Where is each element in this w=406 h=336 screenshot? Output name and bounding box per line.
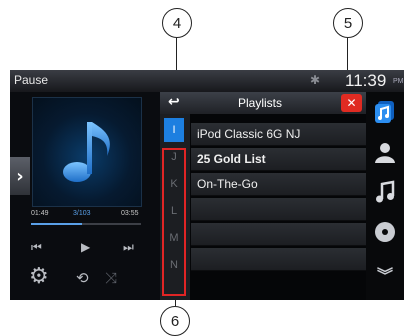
playlist-row[interactable]: [191, 223, 366, 246]
callout-6: 6: [160, 306, 190, 336]
head-unit-screen: Pause ✱ 11:39 PM › 01:49 3/103 03:55 ⏮ ▶…: [10, 70, 404, 300]
alpha-index: I J K L M N: [160, 114, 190, 300]
track-counter: 3/103: [73, 210, 91, 217]
now-playing-panel: › 01:49 3/103 03:55 ⏮ ▶ ⏭ ⚙ ⟲ ⤨: [10, 92, 160, 300]
alpha-letter-i[interactable]: I: [164, 118, 184, 142]
source-rail: ︾: [366, 92, 404, 300]
progress-bar[interactable]: [31, 223, 141, 225]
playback-state: Pause: [14, 73, 49, 87]
settings-gear-icon[interactable]: ⚙: [29, 264, 49, 289]
playlist-row[interactable]: iPod Classic 6G NJ: [191, 123, 366, 146]
shuffle-icon[interactable]: ⤨: [105, 269, 117, 287]
status-bar: Pause ✱ 11:39 PM: [10, 70, 404, 92]
playlist-row[interactable]: [191, 198, 366, 221]
music-note-icon: [63, 122, 110, 182]
playlist-panel: ↩ Playlists ✕ I J K L M N iPod Classic 6…: [160, 92, 366, 300]
play-button[interactable]: ▶: [81, 240, 90, 254]
album-art: [32, 97, 142, 207]
music-app-icon[interactable]: [371, 98, 399, 126]
repeat-icon[interactable]: ⟲: [76, 269, 89, 287]
clock-ampm: PM: [393, 78, 404, 85]
playlist-row[interactable]: [191, 248, 366, 271]
disc-icon[interactable]: [371, 218, 399, 246]
expand-panel-button[interactable]: ›: [10, 157, 30, 195]
more-icon[interactable]: ︾: [371, 260, 399, 288]
playlist-title: Playlists: [237, 96, 282, 110]
next-button[interactable]: ⏭: [123, 240, 134, 255]
bluetooth-icon: ✱: [310, 73, 321, 87]
previous-button[interactable]: ⏮: [31, 240, 42, 255]
clock: 11:39: [345, 71, 387, 90]
callout-5: 5: [333, 8, 363, 38]
playlist-row[interactable]: On-The-Go: [191, 173, 366, 196]
callout-4: 4: [162, 8, 192, 38]
playlist-row[interactable]: 25 Gold List: [191, 148, 366, 171]
total-time: 03:55: [121, 210, 139, 217]
close-button[interactable]: ✕: [341, 94, 362, 112]
back-arrow-icon[interactable]: ↩: [168, 94, 180, 110]
playlist-header: ↩ Playlists ✕: [160, 92, 366, 114]
note-icon[interactable]: [371, 178, 399, 206]
progress-fill: [31, 223, 82, 225]
alpha-index-highlight: [162, 148, 186, 296]
person-icon[interactable]: [371, 138, 399, 166]
elapsed-time: 01:49: [31, 210, 49, 217]
